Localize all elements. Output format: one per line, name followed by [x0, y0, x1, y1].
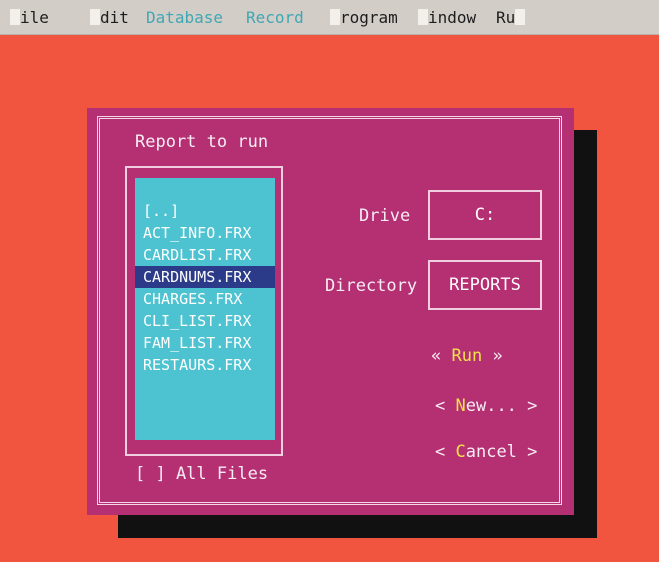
menu-hotkey-marker: [10, 9, 20, 25]
list-item[interactable]: ACT_INFO.FRX: [135, 222, 275, 244]
cancel-button-suffix: >: [516, 442, 538, 462]
new-button[interactable]: < New... >: [435, 396, 537, 416]
menu-hotkey-marker: [515, 9, 526, 25]
menu-edit-label: dit: [100, 8, 129, 27]
run-button-label: un: [461, 346, 483, 366]
cancel-button-prefix: <: [435, 442, 456, 462]
menu-record-label: Record: [246, 8, 304, 27]
run-button-prefix: «: [431, 346, 452, 366]
list-item-selected[interactable]: CARDNUMS.FRX: [135, 266, 275, 288]
drive-field[interactable]: C:: [428, 190, 542, 240]
run-button-suffix: »: [482, 346, 503, 366]
menu-program[interactable]: rogram: [330, 8, 398, 27]
menu-hotkey-marker: [330, 9, 340, 25]
list-item[interactable]: CHARGES.FRX: [135, 288, 275, 310]
drive-value: C:: [434, 196, 536, 234]
report-dialog: Report to run [..] ACT_INFO.FRX CARDLIST…: [87, 108, 574, 515]
menu-edit[interactable]: dit: [90, 8, 129, 27]
list-item[interactable]: [..]: [135, 200, 275, 222]
menu-database[interactable]: Database: [146, 8, 223, 27]
menu-run-label: Ru: [496, 8, 516, 27]
menu-file[interactable]: ile: [10, 8, 49, 27]
menu-window-label: indow: [428, 8, 477, 27]
drive-label: Drive: [359, 206, 411, 226]
new-button-suffix: >: [516, 396, 538, 416]
menu-bar: ile dit Database Record rogram indow Ru: [0, 0, 659, 35]
menu-hotkey-marker: [418, 9, 428, 25]
menu-record[interactable]: Record: [246, 8, 304, 27]
directory-value: REPORTS: [434, 266, 536, 304]
cancel-button-hotkey: C: [455, 442, 466, 462]
file-list[interactable]: [..] ACT_INFO.FRX CARDLIST.FRX CARDNUMS.…: [135, 178, 275, 440]
list-item[interactable]: RESTAURS.FRX: [135, 354, 275, 376]
directory-field[interactable]: REPORTS: [428, 260, 542, 310]
list-item[interactable]: CLI_LIST.FRX: [135, 310, 275, 332]
menu-program-label: rogram: [340, 8, 398, 27]
cancel-button[interactable]: < Cancel >: [435, 442, 537, 462]
all-files-checkbox[interactable]: [ ] All Files: [135, 464, 268, 484]
directory-label: Directory: [325, 276, 418, 296]
run-button[interactable]: « Run »: [431, 346, 503, 366]
menu-run[interactable]: Ru: [496, 8, 526, 27]
new-button-label: ew...: [465, 396, 517, 416]
list-item[interactable]: FAM_LIST.FRX: [135, 332, 275, 354]
menu-hotkey-marker: [90, 9, 100, 25]
list-item[interactable]: CARDLIST.FRX: [135, 244, 275, 266]
new-button-hotkey: N: [455, 396, 466, 416]
menu-file-label: ile: [20, 8, 49, 27]
menu-window[interactable]: indow: [418, 8, 476, 27]
run-button-hotkey: R: [451, 346, 462, 366]
menu-database-label: Database: [146, 8, 224, 27]
dialog-title: Report to run: [135, 132, 269, 152]
new-button-prefix: <: [435, 396, 456, 416]
cancel-button-label: ancel: [465, 442, 517, 462]
